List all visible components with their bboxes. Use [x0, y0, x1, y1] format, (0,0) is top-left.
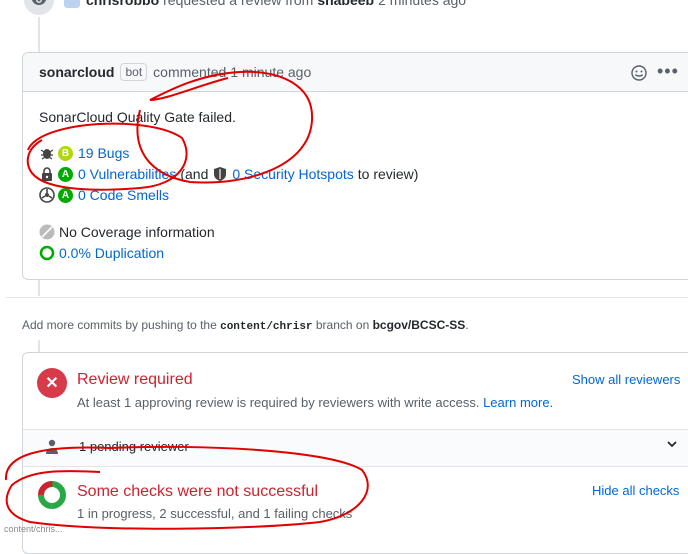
x-circle-icon: ✕: [37, 368, 67, 398]
comment-author-link[interactable]: sonarcloud: [39, 64, 114, 80]
vulnerabilities-tail-text: to review): [357, 166, 419, 182]
bot-badge: bot: [120, 63, 148, 81]
learn-more-link[interactable]: Learn more.: [483, 395, 553, 410]
repo-name: bcgov/BCSC-SS: [372, 318, 466, 332]
eye-icon: [22, 0, 56, 17]
comment-time[interactable]: 1 minute ago: [230, 64, 311, 80]
section-divider: [6, 297, 688, 298]
vulnerabilities-row: A 0 Vulnerabilities (and 0 Security Hots…: [39, 164, 418, 184]
coverage-text: No Coverage information: [59, 224, 215, 240]
code-smells-link[interactable]: 0 Code Smells: [78, 187, 169, 203]
comment-header: sonarcloud bot commented 1 minute ago: [23, 53, 688, 92]
duplication-row: 0.0% Duplication: [39, 243, 164, 263]
pending-reviewer-row[interactable]: 1 pending reviewer: [23, 429, 688, 467]
person-icon: [45, 439, 59, 460]
pending-reviewer-label: 1 pending reviewer: [79, 439, 189, 454]
coverage-row: No Coverage information: [39, 222, 215, 242]
shield-icon: [214, 167, 227, 181]
add-commits-prefix: Add more commits by pushing to the: [22, 318, 217, 332]
add-commits-hint: Add more commits by pushing to the conte…: [22, 318, 469, 333]
bugs-grade-badge: B: [58, 145, 73, 161]
clipped-branch-label: content/chris...: [4, 524, 63, 534]
hide-all-checks-button[interactable]: Hide all checks: [592, 483, 679, 498]
branch-name: content/chrisr: [220, 321, 313, 333]
duplication-icon: [39, 245, 55, 261]
quality-gate-title: SonarCloud Quality Gate failed.: [39, 109, 236, 125]
chevron-down-icon[interactable]: [666, 438, 678, 453]
event-user-link[interactable]: chrisrobbo: [86, 0, 159, 8]
add-commits-suffix: .: [465, 318, 469, 332]
checks-status-title: Some checks were not successful: [77, 483, 318, 500]
more-options-icon[interactable]: •••: [657, 61, 679, 82]
comment-action: commented: [153, 64, 227, 80]
vulnerabilities-link[interactable]: 0 Vulnerabilities: [78, 166, 176, 182]
add-commits-middle: branch on: [315, 318, 370, 332]
review-required-title: Review required: [77, 371, 193, 388]
merge-status-box: ✕ Review required At least 1 approving r…: [22, 352, 688, 554]
bugs-row: B 19 Bugs: [39, 143, 129, 163]
vulnerabilities-mid-text: (and: [180, 166, 209, 182]
duplication-link[interactable]: 0.0% Duplication: [59, 245, 164, 261]
review-required-description: At least 1 approving review is required …: [77, 395, 553, 410]
security-hotspots-link[interactable]: 0 Security Hotspots: [232, 166, 353, 182]
avatar[interactable]: [64, 0, 80, 8]
vulnerabilities-grade-badge: A: [58, 166, 73, 182]
emoji-reaction-icon[interactable]: [631, 65, 647, 86]
event-action-text: requested a review from: [163, 0, 314, 8]
show-all-reviewers-button[interactable]: Show all reviewers: [572, 372, 680, 387]
code-smells-row: A 0 Code Smells: [39, 185, 169, 205]
lock-icon: [42, 167, 52, 181]
review-request-event: chrisrobbo requested a review from shabe…: [22, 0, 466, 17]
code-smell-icon: [39, 187, 55, 203]
checks-status-summary: 1 in progress, 2 successful, and 1 faili…: [77, 506, 353, 521]
bug-icon: [40, 149, 54, 160]
event-reviewer-link[interactable]: shabeeb: [317, 0, 374, 8]
sonarcloud-comment: sonarcloud bot commented 1 minute ago ••…: [22, 52, 688, 280]
bugs-link[interactable]: 19 Bugs: [78, 145, 129, 161]
review-required-text: At least 1 approving review is required …: [77, 395, 480, 410]
code-smells-grade-badge: A: [58, 187, 73, 203]
checks-status-donut-icon: [38, 481, 66, 509]
event-time[interactable]: 2 minutes ago: [378, 0, 466, 8]
no-coverage-icon: [39, 224, 55, 240]
